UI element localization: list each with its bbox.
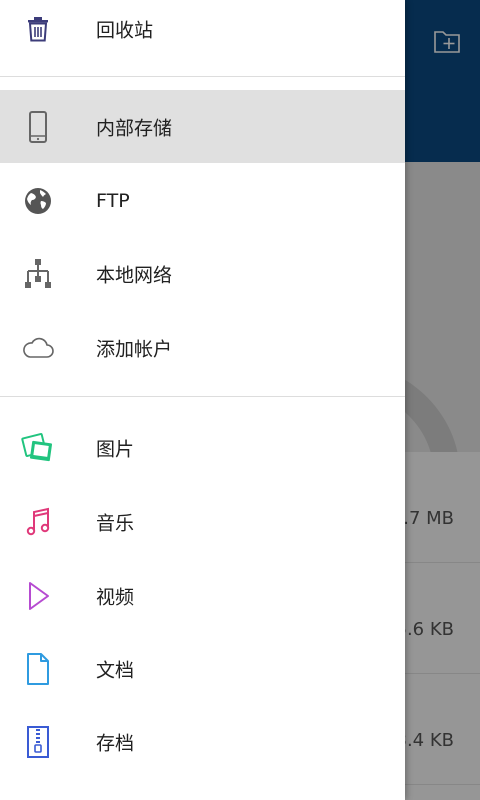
navigation-drawer: 回收站 内部存储 FTP 本地网络 添加帐户 图片 音乐 视频 文档 存档 (0, 0, 405, 800)
divider (0, 76, 405, 77)
drawer-item-documents[interactable]: 文档 (0, 632, 405, 705)
drawer-item-archives[interactable]: 存档 (0, 705, 405, 778)
globe-icon (20, 183, 56, 219)
drawer-item-label: 内部存储 (96, 117, 173, 139)
phone-icon (20, 109, 56, 145)
drawer-item-video[interactable]: 视频 (0, 559, 405, 632)
drawer-item-label: FTP (96, 189, 130, 212)
drawer-item-label: 图片 (96, 438, 135, 460)
music-icon (20, 504, 56, 540)
network-icon (20, 256, 56, 292)
cloud-icon (20, 330, 56, 366)
document-icon (20, 651, 56, 687)
archive-icon (20, 724, 56, 760)
drawer-item-pictures[interactable]: 图片 (0, 411, 405, 484)
drawer-item-label: 视频 (96, 586, 135, 608)
divider (0, 396, 405, 397)
drawer-item-local-network[interactable]: 本地网络 (0, 237, 405, 310)
drawer-item-ftp[interactable]: FTP (0, 164, 405, 237)
drawer-item-internal-storage[interactable]: 内部存储 (0, 90, 405, 163)
drawer-item-recycle-bin[interactable]: 回收站 (0, 0, 405, 65)
trash-icon (20, 11, 56, 47)
video-icon (20, 578, 56, 614)
pictures-icon (20, 430, 56, 466)
drawer-item-label: 本地网络 (96, 264, 173, 286)
drawer-item-label: 音乐 (96, 512, 135, 534)
drawer-item-add-account[interactable]: 添加帐户 (0, 311, 405, 384)
drawer-item-label: 文档 (96, 659, 135, 681)
drawer-item-music[interactable]: 音乐 (0, 485, 405, 558)
drawer-item-label: 回收站 (96, 19, 154, 41)
drawer-item-label: 添加帐户 (96, 338, 173, 360)
drawer-item-label: 存档 (96, 732, 135, 754)
